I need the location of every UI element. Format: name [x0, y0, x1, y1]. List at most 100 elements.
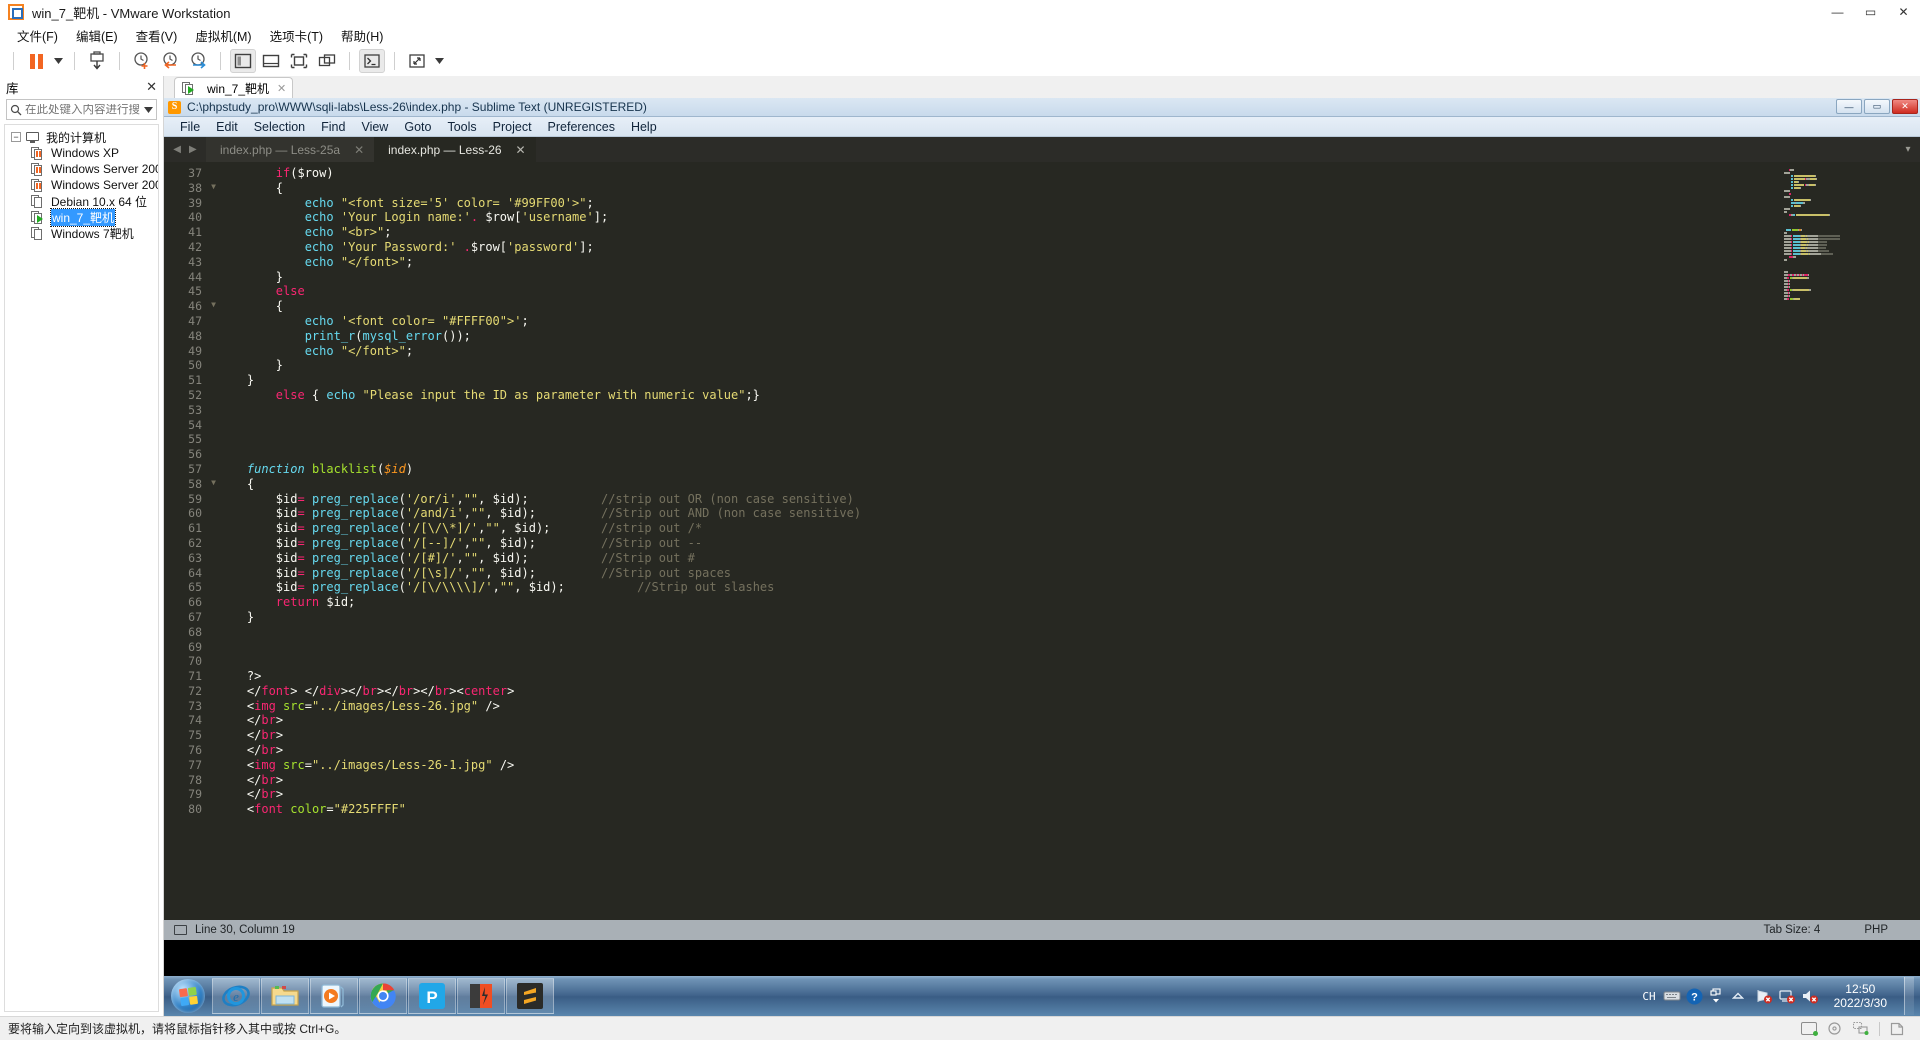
show-thumbnails-icon[interactable] — [258, 49, 284, 73]
menu-file[interactable]: 文件(F) — [8, 24, 67, 47]
code-line: function blacklist($id) — [218, 462, 1780, 477]
guest-screen[interactable]: S C:\phpstudy_pro\WWW\sqli-labs\Less-26\… — [164, 98, 1920, 1016]
hidden-icons-icon[interactable] — [1709, 988, 1725, 1004]
take-snapshot-icon[interactable] — [129, 49, 155, 73]
fold-caret-icon[interactable]: ▼ — [211, 478, 216, 487]
search-dropdown-caret-icon[interactable] — [140, 106, 156, 113]
sublime-menu-selection[interactable]: Selection — [246, 119, 313, 135]
tab-size-indicator[interactable]: Tab Size: 4 — [1763, 924, 1820, 936]
fit-guest-icon[interactable] — [286, 49, 312, 73]
close-icon[interactable]: ✕ — [354, 143, 364, 157]
sidebar-item-windows-server-2008[interactable]: Windows Server 2008 — [5, 177, 158, 193]
sidebar-item-windows-server-2003[interactable]: Windows Server 2003 — [5, 161, 158, 177]
code-token: "" — [463, 491, 479, 506]
console-icon[interactable] — [359, 49, 385, 73]
media-player-icon[interactable] — [310, 978, 358, 1014]
sublime-menu-goto[interactable]: Goto — [396, 119, 439, 135]
sublime-menu-edit[interactable]: Edit — [208, 119, 246, 135]
code-token: br — [261, 787, 276, 802]
keyboard-icon[interactable] — [1663, 988, 1681, 1004]
input-language-indicator[interactable]: CH — [1642, 990, 1655, 1003]
code-token: > — [275, 772, 284, 787]
help-icon[interactable]: ? — [1686, 988, 1703, 1005]
menu-vm[interactable]: 虚拟机(M) — [186, 24, 260, 47]
volume-icon[interactable] — [1801, 988, 1818, 1004]
close-icon[interactable]: ✕ — [146, 79, 157, 95]
menu-tabs[interactable]: 选项卡(T) — [261, 24, 332, 47]
code-token: preg_replace — [311, 491, 399, 506]
show-desktop-button[interactable] — [1904, 977, 1914, 1015]
close-button[interactable]: ✕ — [1887, 0, 1920, 24]
revert-snapshot-icon[interactable] — [157, 49, 183, 73]
sidebar-item-windows-xp[interactable]: Windows XP — [5, 145, 158, 161]
code-token: } — [218, 269, 284, 284]
code-token: ) — [405, 461, 414, 476]
tab-overflow-caret-icon[interactable]: ▾ — [1896, 137, 1920, 162]
sublime-menu-preferences[interactable]: Preferences — [540, 119, 623, 135]
internet-explorer-icon[interactable]: e — [212, 978, 260, 1014]
tab-less-25a[interactable]: index.php — Less-25a ✕ — [206, 137, 375, 162]
fold-caret-icon[interactable]: ▼ — [211, 182, 216, 191]
network-icon[interactable] — [1755, 988, 1772, 1004]
sublime-menu-help[interactable]: Help — [623, 119, 665, 135]
library-search-box[interactable] — [6, 99, 157, 120]
sublime-menu-view[interactable]: View — [353, 119, 396, 135]
cd-drive-icon[interactable] — [1827, 1022, 1843, 1035]
menu-edit[interactable]: 编辑(E) — [67, 24, 127, 47]
code-content[interactable]: if($row) { echo "<font size='5' color= '… — [206, 162, 1780, 920]
search-input[interactable] — [25, 103, 140, 116]
network-icon[interactable] — [1852, 1021, 1869, 1035]
tree-root-my-computer[interactable]: − 我的计算机 — [5, 129, 158, 145]
windows-explorer-icon[interactable] — [261, 978, 309, 1014]
hard-disk-icon[interactable] — [1801, 1022, 1818, 1036]
fold-caret-icon[interactable]: ▼ — [211, 300, 216, 309]
fullscreen-icon[interactable] — [404, 49, 430, 73]
close-icon[interactable]: ✕ — [277, 82, 286, 95]
sublime-menu-file[interactable]: File — [172, 119, 208, 135]
fullscreen-caret-icon[interactable] — [432, 49, 446, 73]
pause-icon[interactable] — [23, 49, 49, 73]
phpstudy-icon[interactable]: P — [408, 978, 456, 1014]
show-hidden-caret-icon[interactable] — [1731, 988, 1748, 1004]
line-number: 43 — [188, 254, 202, 269]
close-icon[interactable]: ✕ — [516, 143, 526, 157]
tab-nav-arrows[interactable]: ◀ ▶ — [164, 137, 206, 162]
collapse-icon[interactable]: − — [11, 132, 21, 142]
sublime-menu-tools[interactable]: Tools — [439, 119, 484, 135]
start-orb-icon[interactable] — [164, 977, 212, 1015]
sublime-close-button[interactable]: ✕ — [1892, 99, 1918, 114]
vm-tab-win7[interactable]: win_7_靶机 ✕ — [174, 77, 294, 98]
sidebar-item-win7-target[interactable]: win_7_靶机 — [5, 207, 158, 227]
tab-next-icon[interactable]: ▶ — [189, 144, 197, 155]
sublime-menu-project[interactable]: Project — [485, 119, 540, 135]
sublime-minimize-button[interactable]: — — [1836, 99, 1862, 114]
show-library-icon[interactable] — [230, 49, 256, 73]
sidebar-item-windows-7-target[interactable]: Windows 7靶机 — [5, 225, 158, 241]
usb-icon[interactable] — [1890, 1022, 1906, 1036]
clock[interactable]: 12:50 2022/3/30 — [1824, 982, 1897, 1010]
burp-suite-icon[interactable] — [457, 978, 505, 1014]
tab-prev-icon[interactable]: ◀ — [173, 144, 181, 155]
menu-help[interactable]: 帮助(H) — [332, 24, 392, 47]
code-token: > — [507, 683, 515, 698]
sublime-text-icon[interactable] — [506, 978, 554, 1014]
code-minimap[interactable] — [1780, 162, 1920, 920]
sublime-maximize-button[interactable]: ▭ — [1864, 99, 1890, 114]
multiple-monitors-icon[interactable] — [314, 49, 340, 73]
snapshot-manager-icon[interactable] — [84, 49, 110, 73]
google-chrome-icon[interactable] — [359, 978, 407, 1014]
code-token: > — [275, 743, 284, 758]
sidebar-item-debian[interactable]: Debian 10.x 64 位 — [5, 193, 158, 209]
dropdown-caret-icon[interactable] — [51, 49, 65, 73]
maximize-button[interactable]: ▭ — [1854, 0, 1887, 24]
minimize-button[interactable]: — — [1821, 0, 1854, 24]
menu-view[interactable]: 查看(V) — [127, 24, 187, 47]
syntax-indicator[interactable]: PHP — [1864, 924, 1888, 936]
sublime-editor[interactable]: 37 38 ▼ 39 40 41 42 43 44 45 46 ▼ 47 48 49 50 51 52 53 54 55… — [164, 162, 1920, 920]
manage-snapshots-icon[interactable] — [185, 49, 211, 73]
tab-less-26[interactable]: index.php — Less-26 ✕ — [374, 137, 536, 162]
action-center-icon[interactable] — [1778, 988, 1795, 1004]
sublime-menu-find[interactable]: Find — [313, 119, 353, 135]
